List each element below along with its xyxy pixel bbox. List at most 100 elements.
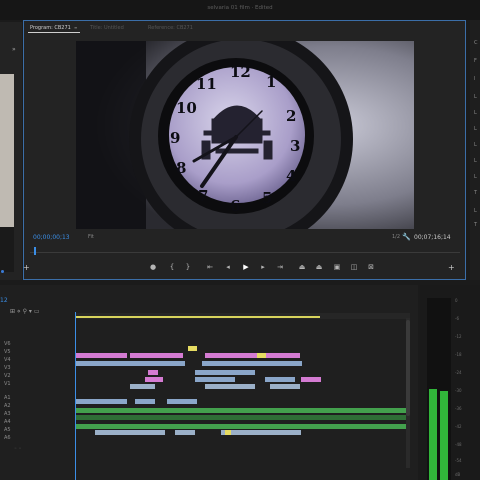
timeline-clip[interactable] <box>130 384 155 389</box>
timeline-clip[interactable] <box>195 370 255 375</box>
lift-icon[interactable]: ⏏ <box>297 263 307 272</box>
meter-scale-label: -30 <box>455 388 462 393</box>
timeline-clip[interactable] <box>135 399 155 404</box>
work-area-bar[interactable] <box>75 316 320 318</box>
track-header[interactable]: A2 <box>4 403 40 409</box>
clock-numeral: 3 <box>290 137 301 155</box>
track-header[interactable]: V3 <box>4 365 40 371</box>
source-thumbnail[interactable] <box>0 74 14 232</box>
current-timecode[interactable]: 00;00;00;13 <box>33 234 70 241</box>
track-header[interactable]: A4 <box>4 419 40 425</box>
playback-resolution-select[interactable]: 1/2 <box>392 234 400 240</box>
timeline-clip[interactable] <box>202 361 302 366</box>
right-panel-letter: L <box>474 174 477 180</box>
source-panel[interactable]: » <box>0 22 22 280</box>
timeline-tool-icons[interactable]: ⊞ ⋄ ⚲ ▾ ▭ <box>10 308 40 315</box>
timeline-tracks-area[interactable] <box>75 320 410 455</box>
timeline-clip[interactable] <box>75 408 410 413</box>
timeline-clip[interactable] <box>148 370 158 375</box>
clock-numeral: 10 <box>176 99 197 117</box>
timeline-clip[interactable] <box>188 346 197 351</box>
timeline-clip[interactable] <box>75 353 127 358</box>
clock-numeral: 7 <box>198 187 209 205</box>
track-header[interactable]: V5 <box>4 349 40 355</box>
tab-reference[interactable]: Reference: CB271 <box>148 25 193 31</box>
vr-view-icon[interactable]: ⊠ <box>366 263 376 272</box>
right-panel-letter: L <box>474 208 477 214</box>
export-frame-icon[interactable]: ▣ <box>332 263 342 272</box>
tab-menu-icon[interactable]: ≡ <box>74 25 77 30</box>
right-panel-letter: L <box>474 126 477 132</box>
timeline-clip[interactable] <box>195 377 235 382</box>
timeline-clip[interactable] <box>130 353 183 358</box>
add-marker-icon[interactable]: ● <box>148 263 158 272</box>
source-playhead-indicator <box>1 270 4 273</box>
timeline-clip[interactable] <box>301 377 321 382</box>
zoom-level-select[interactable]: Fit <box>88 234 94 240</box>
add-button-icon[interactable]: + <box>23 264 30 272</box>
settings-wrench-icon[interactable]: 🔧 <box>402 233 411 241</box>
video-preview[interactable]: 12 1 2 3 4 5 6 7 8 9 10 11 <box>76 41 414 229</box>
clock-numeral: 4 <box>286 167 297 185</box>
tab-title[interactable]: Title: Untitled <box>90 25 124 31</box>
right-panel-letter: L <box>474 110 477 116</box>
right-panel-letter: C <box>474 40 478 46</box>
play-icon[interactable]: ▶ <box>241 263 251 272</box>
clock-numeral: 12 <box>230 63 251 81</box>
clock-numerals: 12 1 2 3 4 5 6 7 8 9 10 11 <box>76 41 414 229</box>
timeline-clip[interactable] <box>257 353 266 358</box>
track-header[interactable]: A6 <box>4 435 40 441</box>
timeline-clip[interactable] <box>205 384 255 389</box>
meter-scale-label: -12 <box>455 334 462 339</box>
meter-scale-label: -36 <box>455 406 462 411</box>
extract-icon[interactable]: ⏏ <box>314 263 324 272</box>
go-to-out-icon[interactable]: ⇥ <box>275 263 285 272</box>
timeline-clip[interactable] <box>75 361 185 366</box>
track-header[interactable]: V2 <box>4 373 40 379</box>
track-header[interactable]: V4 <box>4 357 40 363</box>
timeline-playhead[interactable] <box>75 312 76 480</box>
panel-expand-icon[interactable]: » <box>12 47 16 53</box>
track-header[interactable]: A5 <box>4 427 40 433</box>
timeline-clip[interactable] <box>175 430 195 435</box>
timeline-clip[interactable] <box>270 384 300 389</box>
right-panel-letter: F <box>474 58 477 64</box>
timeline-clip[interactable] <box>145 377 163 382</box>
step-forward-icon[interactable]: ▸ <box>258 263 268 272</box>
timeline-zoom-slider[interactable]: ◦ ◦ <box>14 446 22 452</box>
right-panel-letter: T <box>474 190 478 196</box>
timeline-clip[interactable] <box>75 424 410 429</box>
meter-scale-label: -42 <box>455 424 462 429</box>
comparison-view-icon[interactable]: ◫ <box>349 263 359 272</box>
timeline-clip[interactable] <box>265 377 295 382</box>
track-header[interactable]: V6 <box>4 341 40 347</box>
clock-numeral: 5 <box>262 189 273 207</box>
tab-program[interactable]: Program: CB271 <box>30 25 71 31</box>
meter-scale-label: -18 <box>455 352 462 357</box>
timeline-clip[interactable] <box>225 430 231 435</box>
step-back-icon[interactable]: ◂ <box>223 263 233 272</box>
mark-in-icon[interactable]: { <box>167 263 177 272</box>
timeline-scroll-handle[interactable] <box>406 320 410 416</box>
timeline-clip[interactable] <box>95 430 165 435</box>
track-header[interactable]: V1 <box>4 381 40 387</box>
clock-numeral: 2 <box>286 107 297 125</box>
active-tab-underline <box>28 32 80 33</box>
timeline-clip[interactable] <box>75 415 410 420</box>
track-header[interactable]: A1 <box>4 395 40 401</box>
button-editor-icon[interactable]: + <box>448 264 455 272</box>
timeline-timecode[interactable]: 12 <box>0 297 8 304</box>
meter-scale-unit: dB <box>455 472 461 477</box>
timeline-clip[interactable] <box>221 430 301 435</box>
clock-numeral: 6 <box>230 197 241 215</box>
timeline-clip[interactable] <box>75 399 127 404</box>
monitor-playhead[interactable] <box>34 247 36 255</box>
right-panel-letter: L <box>474 158 477 164</box>
monitor-time-ruler[interactable] <box>30 245 460 255</box>
audio-meter-right-channel <box>440 391 448 480</box>
go-to-in-icon[interactable]: ⇤ <box>205 263 215 272</box>
track-header[interactable]: A3 <box>4 411 40 417</box>
timeline-clip[interactable] <box>205 353 300 358</box>
mark-out-icon[interactable]: } <box>183 263 193 272</box>
timeline-clip[interactable] <box>167 399 197 404</box>
